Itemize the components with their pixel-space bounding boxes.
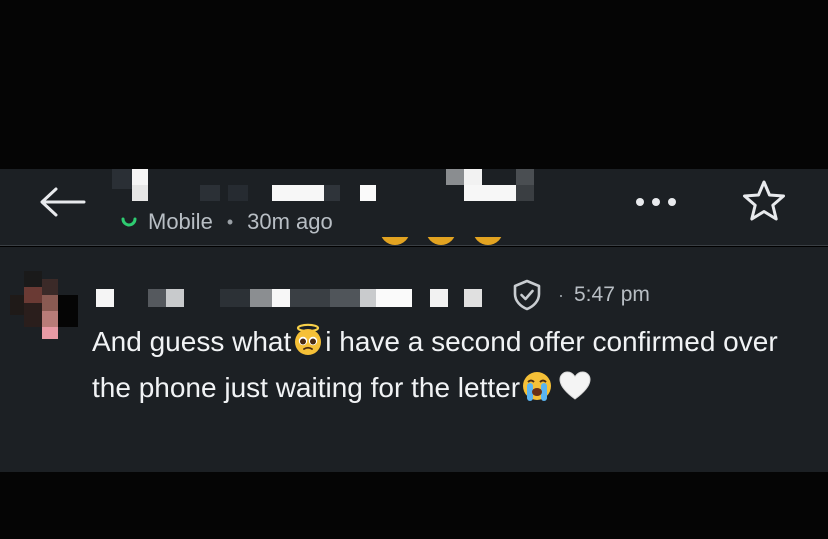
mobile-status-icon [121, 217, 137, 227]
pleading-face-halo-icon [295, 323, 322, 355]
meta-separator: • [226, 211, 234, 232]
source-label: Mobile [148, 209, 213, 234]
more-options-button[interactable] [630, 189, 682, 215]
back-arrow-icon [40, 187, 86, 217]
more-dots-icon [636, 198, 676, 206]
meta-separator: · [558, 284, 564, 305]
comment-meta: · 5:47 pm [510, 277, 650, 313]
star-icon [743, 180, 785, 221]
comment-text-part1: And guess what [92, 326, 292, 357]
comment-card: · 5:47 pm And guess what i have a second… [0, 247, 828, 472]
avatar[interactable] [10, 271, 82, 343]
top-black-area [0, 0, 828, 169]
bottom-black-area [0, 472, 828, 539]
shield-check-icon [513, 279, 541, 311]
comment-timestamp: 5:47 pm [574, 283, 650, 306]
loudly-crying-face-icon [523, 372, 552, 401]
back-button[interactable] [36, 183, 92, 221]
previous-comment-emoji-peek [380, 237, 550, 247]
peek-emoji [380, 237, 410, 245]
peek-emoji [426, 237, 457, 245]
header-meta: Mobile • 30m ago [120, 209, 333, 235]
comment-text: And guess what i have a second offer con… [92, 319, 812, 411]
favorite-button[interactable] [738, 177, 790, 225]
peek-emoji [472, 237, 503, 245]
time-ago: 30m ago [247, 209, 333, 234]
white-heart-icon [559, 371, 591, 400]
header-bar: Mobile • 30m ago [0, 169, 828, 246]
